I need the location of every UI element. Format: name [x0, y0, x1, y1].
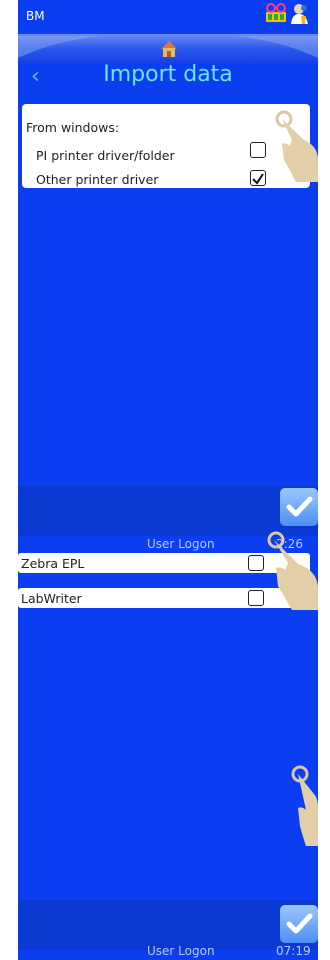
home-icon[interactable] [160, 40, 178, 62]
zebra-epl-checkbox[interactable] [248, 555, 264, 571]
checkmark-icon [286, 496, 313, 517]
clock-label: 07:19 [276, 944, 311, 958]
checkmark-icon [286, 913, 313, 934]
page-title: Import data [103, 62, 233, 87]
driver-label: LabWriter [21, 591, 82, 606]
pointing-hand-icon [267, 531, 318, 610]
checkmark-icon [252, 173, 264, 185]
pointing-hand-icon [291, 765, 318, 846]
from-windows-heading: From windows: [26, 120, 120, 135]
user-logon-label[interactable]: User Logon [147, 944, 215, 958]
confirm-button[interactable] [280, 905, 318, 943]
user-logon-label[interactable]: User Logon [147, 537, 215, 551]
user-icon[interactable] [290, 3, 310, 29]
device-screen: BM ‹ Import data From windows: PI printe… [18, 0, 318, 960]
top-status-bar: BM [18, 0, 318, 34]
driver-label: Zebra EPL [21, 556, 85, 571]
action-dock-top [18, 486, 318, 536]
pi-printer-driver-checkbox[interactable] [250, 142, 266, 158]
pointing-hand-icon [275, 110, 318, 182]
option-other-printer-driver[interactable]: Other printer driver [36, 172, 158, 187]
app-id-label: BM [26, 9, 45, 23]
confirm-button[interactable] [280, 488, 318, 526]
status-bar-bottom: User Logon 07:19 [18, 943, 318, 960]
option-pi-printer-driver[interactable]: PI printer driver/folder [36, 148, 175, 163]
printer-status-icon[interactable] [265, 3, 287, 27]
other-printer-driver-checkbox[interactable] [250, 170, 266, 186]
labwriter-checkbox[interactable] [248, 590, 264, 606]
import-options-card: From windows: PI printer driver/folder O… [22, 104, 310, 188]
